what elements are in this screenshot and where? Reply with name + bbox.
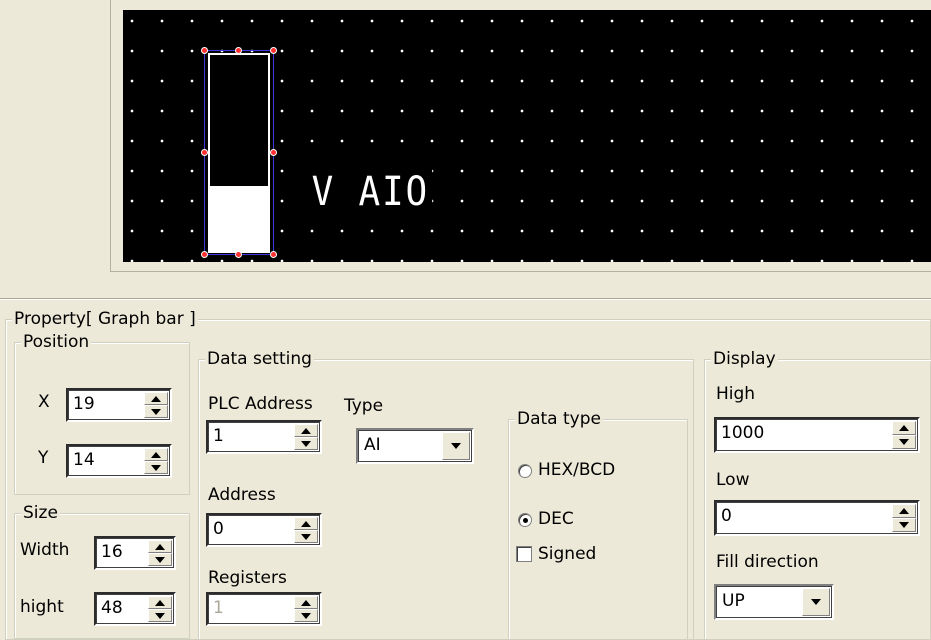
x-down-button[interactable] [144, 405, 168, 418]
y-down-button[interactable] [144, 461, 168, 474]
address-spinner[interactable]: 0 [206, 513, 322, 547]
plc-address-down-button[interactable] [294, 437, 318, 450]
data-type-legend: Data type [515, 409, 603, 429]
height-label: hight [20, 597, 64, 617]
registers-down-button [294, 609, 318, 622]
low-spinner[interactable]: 0 [714, 500, 920, 536]
fill-direction-dropdown-button[interactable] [802, 588, 830, 616]
high-up-button[interactable] [892, 421, 916, 435]
high-label: High [716, 384, 756, 404]
size-legend: Size [21, 503, 60, 523]
fill-direction-value[interactable]: UP [722, 590, 745, 612]
high-value[interactable]: 1000 [721, 422, 764, 444]
data-setting-legend: Data setting [205, 349, 314, 369]
x-label: X [38, 392, 50, 412]
y-value[interactable]: 14 [73, 449, 95, 471]
width-up-button[interactable] [148, 540, 172, 553]
high-down-button[interactable] [892, 435, 916, 449]
chevron-down-icon [811, 599, 821, 605]
x-up-button[interactable] [144, 392, 168, 405]
panel-divider [0, 298, 931, 300]
plc-address-label: PLC Address [208, 394, 313, 414]
property-panel-title: Property[ Graph bar ] [12, 309, 198, 329]
x-spinner[interactable]: 19 [66, 388, 172, 422]
registers-up-button [294, 596, 318, 609]
resize-handle-left[interactable] [201, 149, 208, 156]
dec-radio[interactable] [518, 513, 532, 527]
width-value[interactable]: 16 [101, 541, 123, 563]
low-down-button[interactable] [892, 518, 916, 532]
resize-handle-bottom[interactable] [235, 251, 242, 258]
width-down-button[interactable] [148, 553, 172, 566]
address-down-button[interactable] [294, 530, 318, 543]
position-legend: Position [21, 332, 92, 352]
registers-label: Registers [208, 568, 287, 588]
resize-handle-top-left[interactable] [201, 47, 208, 54]
resize-handle-right[interactable] [270, 149, 277, 156]
y-label: Y [38, 448, 49, 468]
width-label: Width [20, 540, 70, 560]
resize-handle-top[interactable] [235, 47, 242, 54]
selection-frame [204, 50, 274, 255]
hex-bcd-label[interactable]: HEX/BCD [538, 460, 615, 480]
fill-direction-select[interactable]: UP [714, 584, 834, 620]
width-spinner[interactable]: 16 [94, 536, 176, 570]
height-up-button[interactable] [148, 596, 172, 609]
graph-bar-widget[interactable] [201, 47, 277, 258]
type-select[interactable]: AI [356, 428, 474, 464]
low-value[interactable]: 0 [721, 505, 732, 527]
y-spinner[interactable]: 14 [66, 444, 172, 478]
plc-address-spinner[interactable]: 1 [206, 420, 322, 454]
height-down-button[interactable] [148, 609, 172, 622]
display-legend: Display [711, 349, 778, 369]
registers-value: 1 [213, 598, 224, 618]
dec-label[interactable]: DEC [538, 509, 574, 529]
address-up-button[interactable] [294, 517, 318, 530]
low-up-button[interactable] [892, 504, 916, 518]
fill-direction-label: Fill direction [716, 552, 819, 572]
address-value[interactable]: 0 [213, 518, 224, 540]
signed-checkbox[interactable] [516, 546, 532, 562]
resize-handle-bottom-right[interactable] [270, 251, 277, 258]
low-label: Low [716, 470, 750, 490]
canvas-text-label[interactable]: V AIO [308, 168, 433, 216]
high-spinner[interactable]: 1000 [714, 417, 920, 453]
resize-handle-bottom-left[interactable] [201, 251, 208, 258]
type-dropdown-button[interactable] [442, 432, 470, 460]
type-label: Type [344, 396, 384, 416]
x-value[interactable]: 19 [73, 393, 95, 415]
address-label: Address [208, 485, 276, 505]
resize-handle-top-right[interactable] [270, 47, 277, 54]
plc-address-value[interactable]: 1 [213, 425, 224, 447]
height-spinner[interactable]: 48 [94, 592, 176, 626]
registers-spinner: 1 [206, 592, 322, 626]
plc-address-up-button[interactable] [294, 424, 318, 437]
y-up-button[interactable] [144, 448, 168, 461]
signed-label[interactable]: Signed [538, 544, 596, 564]
height-value[interactable]: 48 [101, 597, 123, 619]
data-type-group: Data type [508, 410, 688, 640]
type-value[interactable]: AI [364, 434, 381, 456]
chevron-down-icon [451, 443, 461, 449]
hex-bcd-radio[interactable] [518, 464, 532, 478]
